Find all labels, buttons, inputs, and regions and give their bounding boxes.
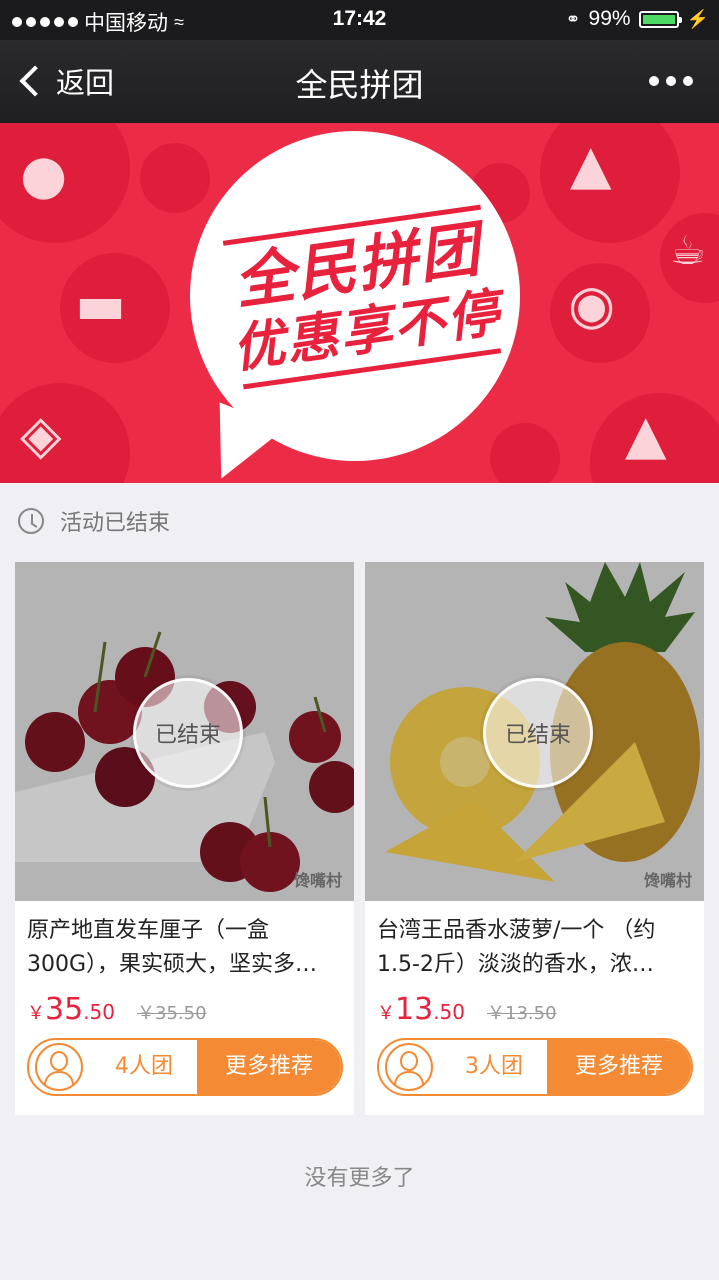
product-card[interactable]: 已结束 馋嘴村 台湾王品香水菠萝/一个 （约1.5-2斤）淡淡的香水，浓… ￥1… — [365, 562, 704, 1115]
price-row: ￥13.50 ￥13.50 — [377, 992, 557, 1027]
price-integer: 13 — [395, 992, 434, 1027]
battery-percent: 99% — [588, 7, 631, 30]
product-card[interactable]: 已结束 馋嘴村 原产地直发车厘子（一盒300G），果实硕大，坚实多… ￥35.5… — [15, 562, 354, 1115]
decor-circle — [490, 423, 560, 483]
user-avatar-icon — [35, 1043, 83, 1091]
original-price: ￥35.50 — [137, 1003, 207, 1024]
page-title: 全民拼团 — [295, 66, 424, 104]
rotation-lock-icon: ⚭ — [565, 8, 581, 29]
decor-circle — [140, 143, 210, 213]
more-icon — [649, 76, 659, 86]
clock-icon — [18, 508, 44, 534]
product-name[interactable]: 台湾王品香水菠萝/一个 （约1.5-2斤）淡淡的香水，浓… — [377, 914, 695, 982]
group-size-label: 4人团 — [115, 1054, 173, 1079]
cherry-icon: ◉ — [568, 273, 616, 336]
product-name[interactable]: 原产地直发车厘子（一盒300G），果实硕大，坚实多… — [27, 914, 345, 982]
charging-icon: ⚡ — [686, 8, 709, 29]
brand-watermark: 馋嘴村 — [643, 871, 692, 890]
group-buy-bar: 3人团 更多推荐 — [377, 1038, 693, 1096]
currency-symbol: ￥ — [27, 1003, 45, 1024]
more-menu-button[interactable] — [649, 76, 693, 86]
no-more-label: 没有更多了 — [304, 1166, 415, 1191]
price-integer: 35 — [45, 992, 84, 1027]
activity-status: 活动已结束 — [18, 505, 170, 537]
more-recommend-button[interactable]: 更多推荐 — [547, 1040, 691, 1094]
brand-watermark: 馋嘴村 — [293, 871, 342, 890]
price-decimal: .50 — [433, 1000, 465, 1024]
promo-banner[interactable]: ● ▲ ☕ ▬ ◉ ◈ ▲ 全民拼团 优惠享不停 — [0, 123, 719, 483]
activity-status-text: 活动已结束 — [60, 511, 171, 536]
dress-icon: ▲ — [625, 403, 667, 466]
cap-icon: ▲ — [570, 133, 612, 196]
battery-icon — [638, 10, 682, 28]
vegetable-icon: ◈ — [20, 403, 62, 466]
price-row: ￥35.50 ￥35.50 — [27, 992, 207, 1027]
shoe-icon: ▬ — [75, 273, 127, 336]
status-right: ⚭ 99% ⚡ — [565, 7, 709, 31]
ended-badge: 已结束 — [483, 678, 593, 788]
bread-icon: ● — [20, 143, 68, 206]
group-size-label: 3人团 — [465, 1054, 523, 1079]
original-price: ￥13.50 — [487, 1003, 557, 1024]
product-image-pineapple[interactable]: 已结束 馋嘴村 — [365, 562, 704, 901]
nav-bar: 返回 全民拼团 — [0, 40, 719, 123]
drink-icon: ☕ — [670, 228, 706, 274]
group-buy-bar: 4人团 更多推荐 — [27, 1038, 343, 1096]
more-recommend-button[interactable]: 更多推荐 — [197, 1040, 341, 1094]
status-bar: 中国移动 ≈ 17:42 ⚭ 99% ⚡ — [0, 0, 719, 40]
user-avatar-icon — [385, 1043, 433, 1091]
product-image-cherries[interactable]: 已结束 馋嘴村 — [15, 562, 354, 901]
currency-symbol: ￥ — [377, 1003, 395, 1024]
ended-badge: 已结束 — [133, 678, 243, 788]
price-decimal: .50 — [83, 1000, 115, 1024]
